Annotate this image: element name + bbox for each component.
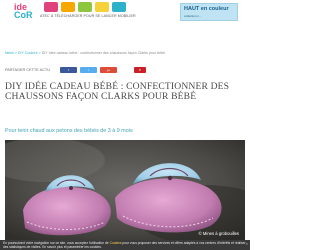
twitter-share-button[interactable]: t	[80, 67, 97, 73]
promo-subtitle: collection n...	[184, 14, 202, 18]
cookie-text: En poursuivant votre navigation sur ce s…	[3, 241, 247, 249]
breadcrumb-current: DIY Idée cadeau bébé : confectionner des…	[41, 51, 166, 55]
article-photo: © Mines à grobouilles	[5, 140, 245, 240]
cookie-link[interactable]: Cookies	[110, 241, 122, 245]
share-label: PARTAGER CETTE ACTU	[5, 68, 50, 72]
pinterest-share-button[interactable]: P	[134, 67, 146, 73]
logo-bottom-text: CoR	[14, 10, 33, 20]
facebook-share-button[interactable]: f	[60, 67, 77, 73]
cookie-banner: En poursuivant votre navigation sur ce s…	[0, 240, 250, 250]
breadcrumb-link[interactable]: Idées > DIY Couture >	[5, 51, 42, 55]
nav-icon-row	[44, 2, 126, 12]
nav-category-icon[interactable]	[95, 2, 109, 12]
baby-shoes-photo	[5, 140, 245, 240]
nav-category-icon[interactable]	[61, 2, 75, 12]
breadcrumb: Idées > DIY Couture > DIY Idée cadeau bé…	[5, 51, 165, 55]
promo-banner[interactable]: HAUT en couleur collection n...	[180, 3, 238, 21]
article-title: DIY IDÉE CADEAU BÉBÉ : CONFECTIONNER DES…	[5, 81, 230, 102]
nav-category-icon[interactable]	[112, 2, 126, 12]
site-logo[interactable]: ide CoR	[14, 3, 33, 20]
nav-category-icon[interactable]	[78, 2, 92, 12]
site-header: ide CoR ATEC À TÉLÉCHARGER POUR SE LANCE…	[0, 0, 250, 26]
close-icon[interactable]: ×	[246, 241, 248, 246]
article-subtitle: Pour tenir chaud aux petons des bébés de…	[5, 128, 133, 134]
nav-category-icon[interactable]	[44, 2, 58, 12]
googleplus-share-button[interactable]: g+	[100, 67, 117, 73]
nav-menu-text[interactable]: ATEC À TÉLÉCHARGER POUR SE LANCER MOBILI…	[40, 14, 136, 18]
promo-title: HAUT en couleur	[184, 6, 229, 12]
photo-credit: © Mines à grobouilles	[198, 231, 239, 236]
share-bar: PARTAGER CETTE ACTU f t g+ P	[5, 67, 245, 75]
